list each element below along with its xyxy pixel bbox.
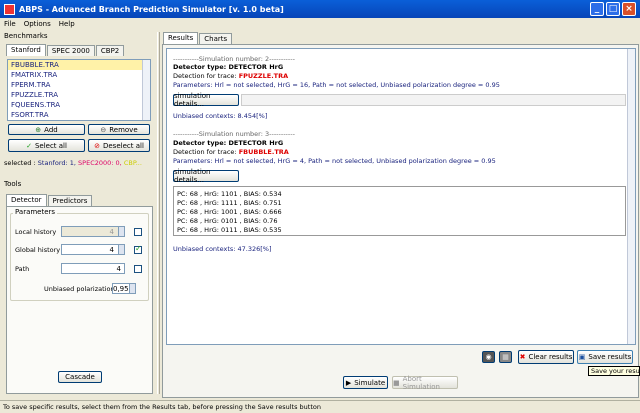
- local-history-spinner[interactable]: [118, 227, 124, 236]
- benchmark-list[interactable]: FBUBBLE.TRA FMATRIX.TRA FPERM.TRA FPUZZL…: [7, 59, 151, 121]
- menu-options[interactable]: Options: [24, 20, 51, 28]
- menu-file[interactable]: File: [4, 20, 16, 28]
- sim2-header: -----------Simulation number: 2---------…: [173, 55, 295, 63]
- global-history-input[interactable]: 4: [61, 244, 125, 255]
- sim3-details-box: PC: 68 , HrG: 1101 , BIAS: 0.534 PC: 68 …: [173, 186, 626, 236]
- save-tooltip: Save your results: [588, 366, 640, 376]
- tab-predictors[interactable]: Predictors: [47, 195, 93, 206]
- list-item[interactable]: FPERM.TRA: [8, 80, 150, 90]
- path-input[interactable]: 4: [61, 263, 125, 274]
- sim2-params: Parameters: Hrl = not selected, HrG = 16…: [173, 81, 500, 89]
- chart-icon: ◉: [485, 353, 492, 361]
- list-item[interactable]: FPUZZLE.TRA: [8, 90, 150, 100]
- close-button[interactable]: ×: [622, 2, 636, 16]
- results-scrollbar[interactable]: [627, 49, 635, 344]
- detail-row: PC: 68 , HrG: 1111 , BIAS: 0.751: [177, 199, 282, 207]
- detail-row: PC: 68 , HrG: 0101 , BIAS: 0.76: [177, 217, 278, 225]
- deselect-all-button[interactable]: ⊘ Deselect all: [88, 139, 150, 152]
- select-all-button[interactable]: ✓ Select all: [8, 139, 85, 152]
- local-history-label: Local history: [15, 228, 57, 236]
- tab-charts[interactable]: Charts: [199, 33, 233, 44]
- sim3-header: -----------Simulation number: 3---------…: [173, 130, 295, 138]
- list-item[interactable]: FQUEENS.TRA: [8, 100, 150, 110]
- local-history-input[interactable]: 4: [61, 226, 125, 237]
- path-checkbox[interactable]: [134, 265, 142, 273]
- selection-summary: selected : Stanford: 1, SPEC2000: 0, CBP…: [4, 159, 142, 167]
- save-icon: ▣: [578, 353, 586, 361]
- abort-simulation-button[interactable]: ■ Abort Simulation: [392, 375, 458, 391]
- clear-icon: ✖: [519, 353, 526, 361]
- sim2-trace: Detection for trace: FPUZZLE.TRA: [173, 72, 289, 80]
- unbiased-polarization-label: Unbiased polarization: [44, 285, 115, 293]
- menu-help[interactable]: Help: [59, 20, 75, 28]
- global-history-spinner[interactable]: [118, 245, 124, 254]
- list-item[interactable]: FBUBBLE.TRA: [8, 60, 150, 70]
- detail-row: PC: 68 , HrG: 1101 , BIAS: 0.534: [177, 190, 282, 198]
- stop-icon: ■: [393, 378, 400, 387]
- menu-bar: File Options Help: [0, 18, 640, 30]
- sim3-contexts: Unbiased contexts: 47.326[%]: [173, 245, 272, 253]
- check-icon: ✓: [26, 141, 32, 150]
- grid-icon-button[interactable]: ▦: [499, 351, 512, 363]
- play-icon: ▶: [345, 378, 352, 387]
- list-item[interactable]: FMATRIX.TRA: [8, 70, 150, 80]
- minus-icon: ⊖: [100, 125, 107, 134]
- sim3-detector: Detector type: DETECTOR HrG: [173, 139, 284, 147]
- global-history-label: Global history: [15, 246, 61, 254]
- minimize-button[interactable]: _: [590, 2, 604, 16]
- path-label: Path: [15, 265, 30, 273]
- detail-row: PC: 68 , HrG: 1001 , BIAS: 0.666: [177, 208, 282, 216]
- results-area[interactable]: -----------Simulation number: 2---------…: [166, 48, 636, 345]
- tab-results[interactable]: Results: [163, 32, 199, 44]
- status-bar: To save specific results, select them fr…: [0, 400, 640, 413]
- sim2-details-button[interactable]: simulation details...: [173, 92, 239, 108]
- title-bar: ABPS - Advanced Branch Prediction Simula…: [0, 0, 640, 18]
- global-history-checkbox[interactable]: [134, 244, 142, 254]
- sim3-params: Parameters: Hrl = not selected, HrG = 4,…: [173, 157, 496, 165]
- tab-spec2000[interactable]: SPEC 2000: [46, 45, 95, 56]
- sim3-details-button[interactable]: simulation details...: [173, 168, 239, 184]
- sim2-detector: Detector type: DETECTOR HrG: [173, 63, 284, 71]
- remove-button[interactable]: ⊖ Remove: [88, 124, 150, 135]
- tab-stanford[interactable]: Stanford: [6, 44, 46, 56]
- tab-detector[interactable]: Detector: [6, 194, 47, 206]
- parameters-label: Parameters: [13, 208, 58, 216]
- unbiased-polarization-input[interactable]: 0,95: [112, 283, 136, 294]
- window-title: ABPS - Advanced Branch Prediction Simula…: [19, 4, 284, 14]
- cascade-button[interactable]: Cascade: [58, 371, 102, 383]
- cancel-icon: ⊘: [94, 141, 100, 150]
- unbiased-polarization-spinner[interactable]: [129, 284, 135, 293]
- tools-label: Tools: [4, 180, 22, 188]
- detail-row: PC: 68 , HrG: 0111 , BIAS: 0.535: [177, 226, 282, 234]
- list-item[interactable]: FSORT.TRA: [8, 110, 150, 120]
- simulate-button[interactable]: ▶ Simulate: [343, 376, 388, 389]
- grid-icon: ▦: [502, 353, 509, 361]
- benchmarks-label: Benchmarks: [4, 32, 48, 40]
- save-results-button[interactable]: ▣ Save results: [577, 350, 633, 364]
- app-icon: [4, 3, 15, 15]
- sim3-trace: Detection for trace: FBUBBLE.TRA: [173, 148, 289, 156]
- splitter[interactable]: [157, 32, 160, 394]
- maximize-button[interactable]: □: [606, 2, 620, 16]
- sim2-details-bar: [241, 94, 626, 106]
- tab-cbp2[interactable]: CBP2: [95, 45, 125, 56]
- add-button[interactable]: ⊕ Add: [8, 124, 85, 135]
- chart-icon-button[interactable]: ◉: [482, 351, 495, 363]
- local-history-checkbox[interactable]: [134, 228, 142, 236]
- clear-results-button[interactable]: ✖ Clear results: [518, 350, 574, 364]
- sim2-contexts: Unbiased contexts: 8.454[%]: [173, 112, 268, 120]
- plus-icon: ⊕: [35, 125, 42, 134]
- list-scrollbar[interactable]: [142, 60, 150, 120]
